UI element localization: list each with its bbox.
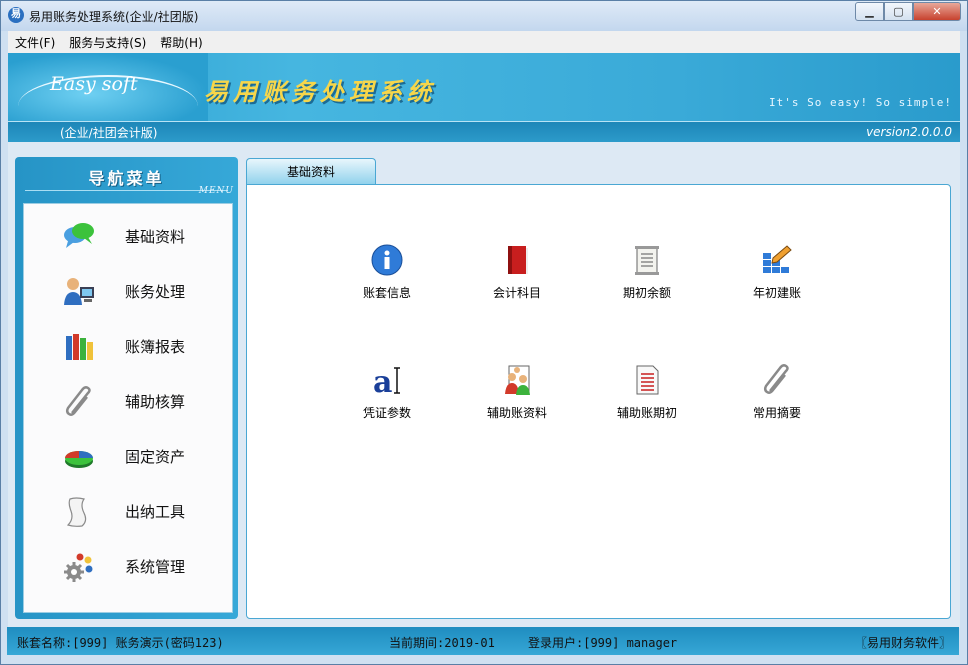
books-icon <box>66 334 93 360</box>
text-cursor-icon: a <box>373 365 400 396</box>
nav-item-label: 基础资料 <box>125 228 186 246</box>
tile-label: 辅助账资料 <box>486 406 547 420</box>
tile-label: 辅助账期初 <box>616 406 677 420</box>
window-controls: ▁ ▢ ✕ <box>855 2 961 21</box>
tile-new-year-setup[interactable]: 年初建账 <box>727 244 827 324</box>
minimize-icon: ▁ <box>865 5 874 18</box>
tile-auxiliary-opening[interactable]: 辅助账期初 <box>597 364 697 444</box>
nav-item-reports[interactable]: 账簿报表 <box>24 322 232 372</box>
pie-chart-icon <box>65 451 93 468</box>
logo-text: Easy soft <box>50 73 138 95</box>
chat-bubbles-icon <box>64 223 94 248</box>
tile-auxiliary-data[interactable]: 辅助账资料 <box>467 364 567 444</box>
users-document-icon <box>505 365 530 395</box>
close-button[interactable]: ✕ <box>913 2 961 21</box>
version-label: version2.0.0.0 <box>866 125 952 139</box>
user-computer-icon <box>64 278 94 305</box>
status-bar: 账套名称:[999] 账务演示(密码123) 当前期间:2019-01 登录用户… <box>7 627 959 655</box>
edition-label: (企业/社团会计版) <box>60 126 158 140</box>
tile-label: 年初建账 <box>752 286 801 300</box>
nav-item-label: 账务处理 <box>125 283 186 301</box>
title-bar: 易 易用账务处理系统(企业/社团版) ▁ ▢ ✕ <box>1 1 967 31</box>
maximize-icon: ▢ <box>893 5 904 18</box>
menu-file[interactable]: 文件(F) <box>8 34 62 51</box>
tile-label: 常用摘要 <box>752 406 801 420</box>
tile-voucher-params[interactable]: a 凭证参数 <box>337 364 437 444</box>
gear-icon <box>64 553 93 582</box>
nav-item-fixed-assets[interactable]: 固定资产 <box>24 432 232 482</box>
nav-item-label: 辅助核算 <box>125 393 186 411</box>
red-book-icon <box>508 246 528 274</box>
svg-text:a: a <box>373 365 392 396</box>
maximize-button[interactable]: ▢ <box>884 2 913 21</box>
minimize-button[interactable]: ▁ <box>855 2 884 21</box>
nav-item-label: 出纳工具 <box>125 503 186 521</box>
grid-pencil-icon <box>763 245 792 273</box>
nav-item-label: 固定资产 <box>125 448 186 466</box>
paperclip-icon <box>763 364 789 394</box>
nav-list: 基础资料 账务处理 账簿报表 辅助核算 固定资产 出纳工具 系统管理 <box>23 203 233 613</box>
document-scroll-icon <box>635 246 659 275</box>
scroll-icon <box>66 497 87 527</box>
tile-opening-balance[interactable]: 期初余额 <box>597 244 697 324</box>
info-icon <box>371 244 403 276</box>
status-period: 当前期间:2019-01 <box>389 636 495 650</box>
nav-item-label: 系统管理 <box>125 558 186 576</box>
nav-item-basic-data[interactable]: 基础资料 <box>24 212 232 262</box>
tab-basic-data[interactable]: 基础资料 <box>246 158 376 185</box>
nav-item-cashier[interactable]: 出纳工具 <box>24 487 232 537</box>
tile-accounting-subjects[interactable]: 会计科目 <box>467 244 567 324</box>
window-title: 易用账务处理系统(企业/社团版) <box>29 10 199 24</box>
menu-bar: 文件(F) 服务与支持(S) 帮助(H) <box>8 31 960 54</box>
edition-bar: (企业/社团会计版) version2.0.0.0 <box>8 121 960 143</box>
nav-item-label: 账簿报表 <box>125 338 186 356</box>
app-icon: 易 <box>8 7 24 23</box>
tile-label: 会计科目 <box>492 286 541 300</box>
list-document-icon <box>636 365 659 395</box>
nav-panel: 导航菜单 MENU 基础资料 账务处理 账簿报表 辅助核算 固定资产 出纳工具 … <box>15 157 238 619</box>
nav-item-system[interactable]: 系统管理 <box>24 542 232 592</box>
nav-item-accounting[interactable]: 账务处理 <box>24 267 232 317</box>
status-brand: 〖易用财务软件〗 <box>854 636 951 650</box>
menu-service[interactable]: 服务与支持(S) <box>62 34 153 51</box>
tile-account-info[interactable]: 账套信息 <box>337 244 437 324</box>
tile-label: 凭证参数 <box>362 406 411 420</box>
menu-help[interactable]: 帮助(H) <box>153 34 209 51</box>
nav-item-auxiliary[interactable]: 辅助核算 <box>24 377 232 427</box>
nav-subtitle: MENU <box>198 186 234 196</box>
header-banner: Easy soft 易用账务处理系统 It's So easy! So simp… <box>8 53 960 121</box>
nav-header: 导航菜单 MENU <box>15 157 238 201</box>
close-icon: ✕ <box>932 5 942 18</box>
paperclip-icon <box>65 386 91 416</box>
tile-label: 账套信息 <box>362 286 411 300</box>
tile-label: 期初余额 <box>622 286 671 300</box>
slogan: It's So easy! So simple! <box>769 96 952 109</box>
status-account: 账套名称:[999] 账务演示(密码123) <box>17 636 224 650</box>
app-title: 易用账务处理系统 <box>204 78 436 106</box>
status-user: 登录用户:[999] manager <box>528 636 678 650</box>
main-panel: 账套信息 会计科目 期初余额 年初建账 a 凭证参数 辅助账资料 辅助账期初 常… <box>246 184 951 619</box>
tile-common-summary[interactable]: 常用摘要 <box>727 364 827 444</box>
